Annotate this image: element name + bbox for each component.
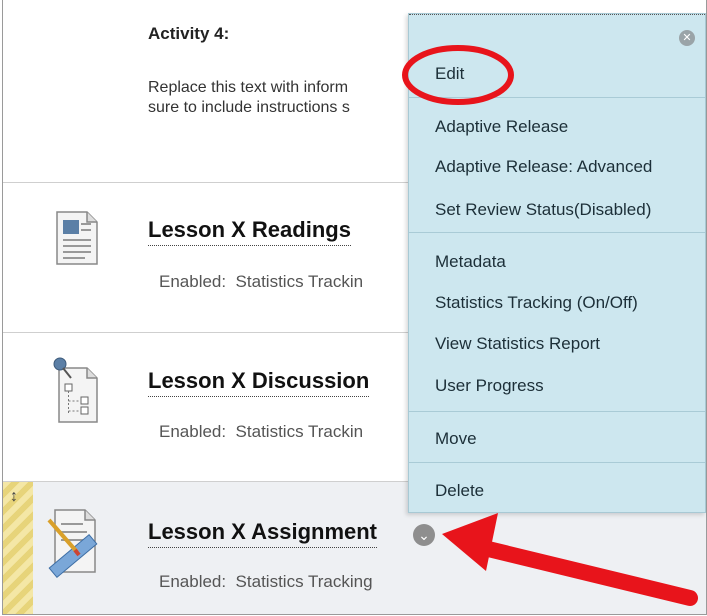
menu-item-set-review-status[interactable]: Set Review Status(Disabled) <box>435 200 651 220</box>
menu-divider <box>409 97 705 98</box>
menu-item-move[interactable]: Move <box>435 429 477 449</box>
item-status-assignment: Enabled: Statistics Tracking <box>159 572 373 591</box>
menu-item-delete[interactable]: Delete <box>435 481 484 501</box>
activity-description: Replace this text with inform sure to in… <box>148 79 350 116</box>
discussion-icon <box>51 356 101 431</box>
menu-item-view-statistics-report[interactable]: View Statistics Report <box>435 334 600 354</box>
menu-border <box>409 14 705 15</box>
menu-item-edit[interactable]: Edit <box>435 64 464 84</box>
menu-item-metadata[interactable]: Metadata <box>435 252 506 272</box>
item-title-assignment[interactable]: Lesson X Assignment <box>148 519 378 548</box>
context-menu: ✕ Edit Adaptive Release Adaptive Release… <box>408 13 706 513</box>
assignment-icon <box>43 506 105 583</box>
drag-arrows-icon: ↕ <box>10 488 18 505</box>
drag-handle[interactable] <box>3 482 33 614</box>
close-icon[interactable]: ✕ <box>679 30 695 46</box>
menu-divider <box>409 411 705 412</box>
menu-item-user-progress[interactable]: User Progress <box>435 376 544 396</box>
item-title-readings[interactable]: Lesson X Readings <box>148 217 351 246</box>
activity-title: Activity 4: <box>148 24 230 43</box>
item-title-discussion[interactable]: Lesson X Discussion <box>148 368 370 397</box>
menu-divider <box>409 232 705 233</box>
item-status-readings: Enabled: Statistics Trackin <box>159 272 364 291</box>
chevron-down-icon[interactable]: ⌄ <box>413 524 435 546</box>
item-status-discussion: Enabled: Statistics Trackin <box>159 422 364 441</box>
menu-item-adaptive-release[interactable]: Adaptive Release <box>435 117 568 137</box>
menu-item-adaptive-release-advanced[interactable]: Adaptive Release: Advanced <box>435 157 652 177</box>
menu-divider <box>409 462 705 463</box>
menu-item-statistics-tracking[interactable]: Statistics Tracking (On/Off) <box>435 293 638 313</box>
document-icon <box>55 210 99 271</box>
